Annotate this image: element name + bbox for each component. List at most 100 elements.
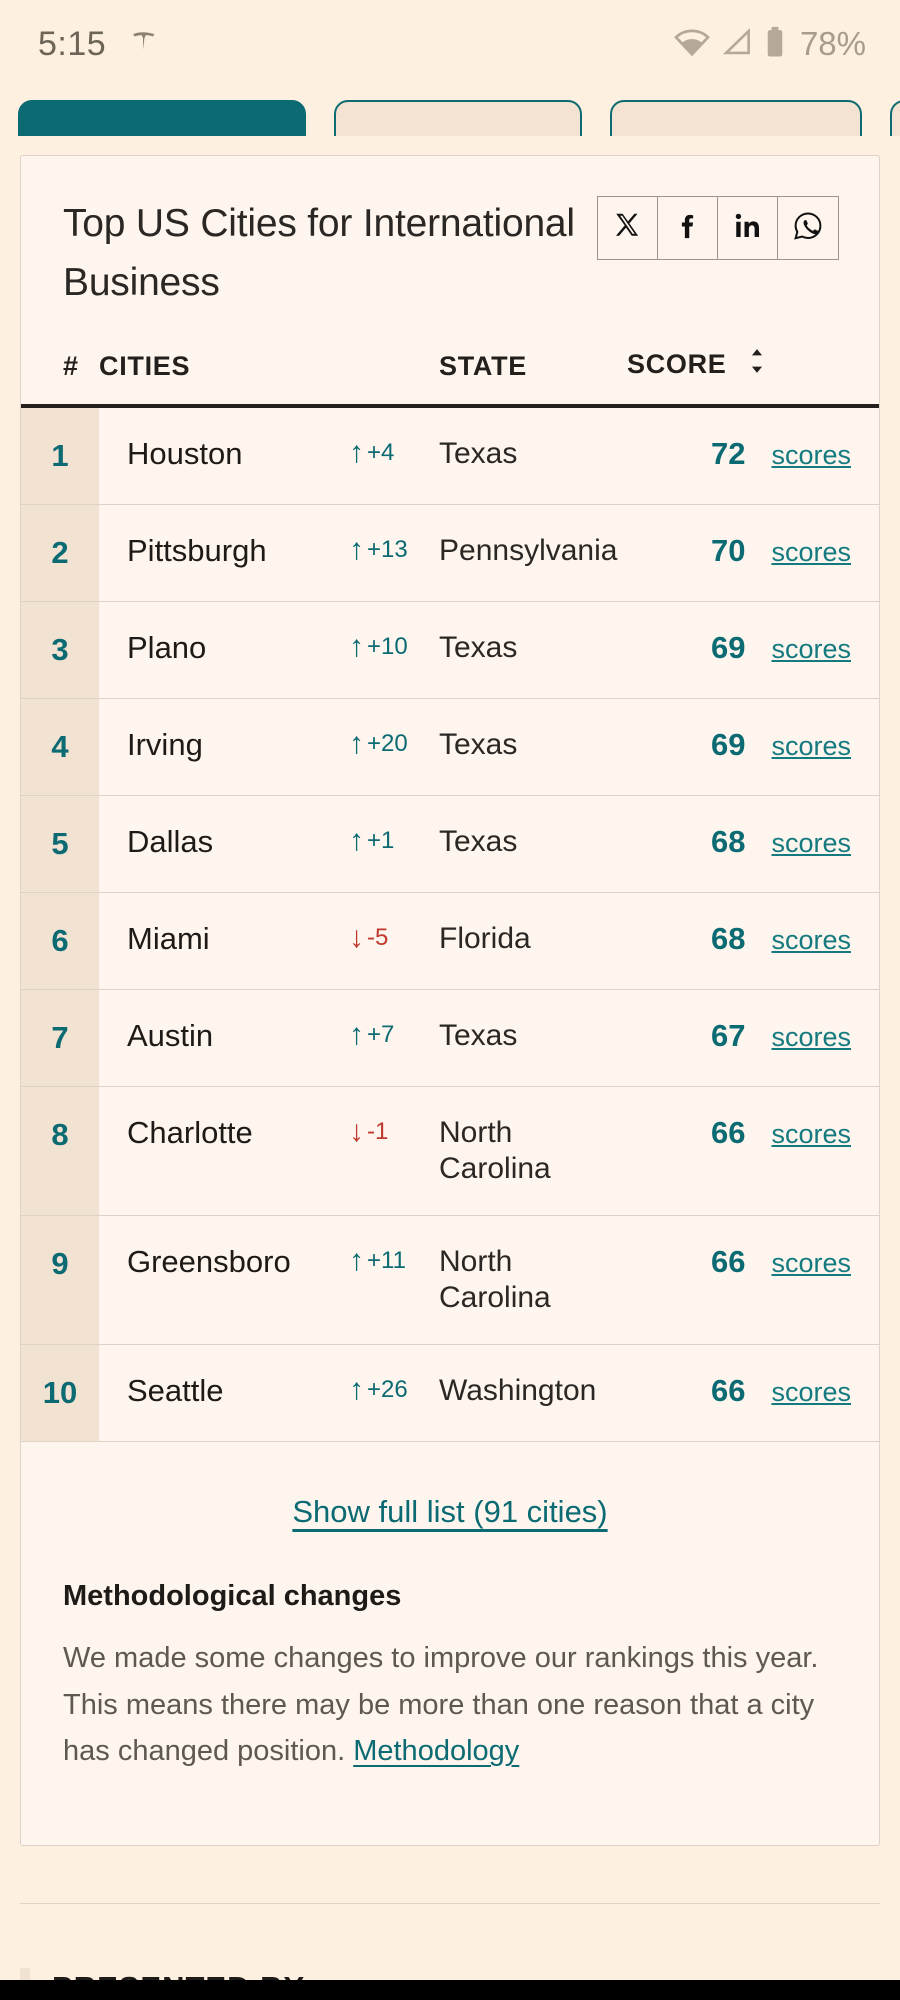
share-facebook-button[interactable]: [658, 197, 718, 259]
cell-city[interactable]: Charlotte ↓ -1: [99, 1086, 439, 1215]
column-header-state[interactable]: STATE: [439, 347, 627, 406]
score-details-link[interactable]: scores: [771, 1119, 851, 1149]
city-name: Austin: [127, 1017, 214, 1053]
ranking-card: Top US Cities for International Business: [20, 155, 880, 1847]
table-header-row: # CITIES STATE SCORE: [21, 347, 879, 406]
share-linkedin-button[interactable]: [718, 197, 778, 259]
table-row[interactable]: 7 Austin ↑ +7 Texas 67 scores: [21, 989, 879, 1087]
table-row[interactable]: 4 Irving ↑ +20 Texas 69 scores: [21, 698, 879, 796]
cell-score: 68 scores: [627, 795, 879, 892]
chip-tab-1[interactable]: [18, 100, 306, 136]
cell-score: 66 scores: [627, 1344, 879, 1441]
city-name: Irving: [127, 726, 203, 762]
rank-change-up: ↑ +1: [349, 823, 395, 857]
cell-city[interactable]: Seattle ↑ +26: [99, 1344, 439, 1441]
cell-state: North Carolina: [439, 1115, 551, 1185]
card-header: Top US Cities for International Business: [21, 156, 879, 313]
rank-change-up: ↑ +4: [349, 435, 394, 469]
arrow-up-icon: ↑: [349, 823, 364, 857]
arrow-up-icon: ↑: [349, 435, 364, 469]
column-header-score[interactable]: SCORE: [627, 347, 879, 406]
tesla-icon: [128, 27, 158, 62]
column-header-rank[interactable]: #: [21, 347, 99, 406]
cell-rank: 5: [21, 795, 99, 893]
score-details-link[interactable]: scores: [771, 925, 851, 955]
cell-score: 72 scores: [627, 406, 879, 505]
battery-icon: [764, 26, 786, 63]
table-row[interactable]: 9 Greensboro ↑ +11 North Carolina 66 scores: [21, 1215, 879, 1345]
rank-change-up: ↑ +7: [349, 1019, 394, 1050]
rank-change-value: +1: [367, 826, 395, 854]
status-bar-left: 5:15: [38, 25, 158, 64]
city-name: Miami: [127, 920, 210, 956]
cell-city[interactable]: Miami ↓ -5: [99, 892, 439, 989]
cell-score: 66 scores: [627, 1086, 879, 1215]
methodology-section: Methodological changes We made some chan…: [21, 1580, 879, 1846]
cell-rank: 7: [21, 989, 99, 1087]
chip-tab-4[interactable]: [890, 100, 900, 136]
rank-change-up: ↑ +20: [349, 728, 408, 759]
share-whatsapp-button[interactable]: [778, 197, 838, 259]
table-row[interactable]: 6 Miami ↓ -5 Florida 68 scores: [21, 892, 879, 990]
methodology-link[interactable]: Methodology: [353, 1735, 519, 1767]
chip-tab-3[interactable]: [610, 100, 862, 136]
score-details-link[interactable]: scores: [771, 731, 851, 761]
column-header-score-label: SCORE: [627, 348, 727, 379]
phone-screen: 5:15 78% Top US Cities for International…: [0, 0, 900, 2000]
score-details-link[interactable]: scores: [771, 1377, 851, 1407]
cell-city[interactable]: Pittsburgh ↑ +13: [99, 504, 439, 601]
arrow-up-icon: ↑: [349, 1243, 364, 1277]
city-name: Dallas: [127, 823, 214, 859]
score-details-link[interactable]: scores: [771, 440, 851, 470]
methodology-heading: Methodological changes: [63, 1579, 402, 1612]
cell-city[interactable]: Austin ↑ +7: [99, 989, 439, 1086]
score-details-link[interactable]: scores: [771, 634, 851, 664]
rank-change-up: ↑ +26: [349, 1374, 408, 1405]
cell-rank: 3: [21, 601, 99, 699]
score-value: 68: [710, 823, 746, 859]
cell-city[interactable]: Dallas ↑ +1: [99, 795, 439, 892]
city-name: Houston: [127, 435, 243, 471]
cell-score: 69 scores: [627, 601, 879, 698]
cell-rank: 1: [21, 405, 99, 505]
column-header-cities[interactable]: CITIES: [99, 347, 439, 406]
cell-score: 69 scores: [627, 698, 879, 795]
cell-state: North Carolina: [439, 1244, 551, 1314]
screen-bottom-bar: [0, 1980, 900, 2000]
score-details-link[interactable]: scores: [771, 1022, 851, 1052]
arrow-up-icon: ↑: [349, 629, 364, 663]
methodology-body: We made some changes to improve our rank…: [63, 1635, 837, 1776]
cell-city[interactable]: Greensboro ↑ +11: [99, 1215, 439, 1344]
arrow-down-icon: ↓: [349, 920, 364, 954]
table-row[interactable]: 8 Charlotte ↓ -1 North Carolina 66 scores: [21, 1086, 879, 1216]
score-details-link[interactable]: scores: [771, 1248, 851, 1278]
cell-city[interactable]: Plano ↑ +10: [99, 601, 439, 698]
cell-city[interactable]: Houston ↑ +4: [99, 406, 439, 505]
city-name: Seattle: [127, 1372, 224, 1408]
score-details-link[interactable]: scores: [771, 537, 851, 567]
cell-score: 70 scores: [627, 504, 879, 601]
show-full-list-link[interactable]: Show full list (91 cities): [292, 1494, 607, 1529]
cell-state: Texas: [439, 727, 518, 761]
share-x-button[interactable]: [598, 197, 658, 259]
cell-city[interactable]: Irving ↑ +20: [99, 698, 439, 795]
score-value: 67: [710, 1017, 746, 1053]
cell-state: Washington: [439, 1373, 597, 1407]
score-value: 66: [710, 1114, 746, 1150]
sort-toggle-icon[interactable]: [747, 347, 767, 382]
table-row[interactable]: 3 Plano ↑ +10 Texas 69 scores: [21, 601, 879, 699]
cell-rank: 8: [21, 1086, 99, 1216]
table-row[interactable]: 2 Pittsburgh ↑ +13 Pennsylvania 70 scores: [21, 504, 879, 602]
cell-state: Texas: [439, 1018, 518, 1052]
table-row[interactable]: 1 Houston ↑ +4 Texas 72 scores: [21, 405, 879, 505]
cell-state: Texas: [439, 824, 518, 858]
table-body: 1 Houston ↑ +4 Texas 72 scores 2 Pittsburgh ↑ +13 P…: [21, 405, 879, 1442]
rank-change-up: ↑ +11: [349, 1243, 406, 1277]
category-chip-strip[interactable]: [0, 100, 900, 136]
chip-tab-2[interactable]: [334, 100, 582, 136]
table-row[interactable]: 10 Seattle ↑ +26 Washington 66 scores: [21, 1344, 879, 1442]
table-row[interactable]: 5 Dallas ↑ +1 Texas 68 scores: [21, 795, 879, 893]
score-details-link[interactable]: scores: [771, 828, 851, 858]
share-button-group[interactable]: [597, 196, 839, 260]
city-name: Charlotte: [127, 1114, 253, 1150]
